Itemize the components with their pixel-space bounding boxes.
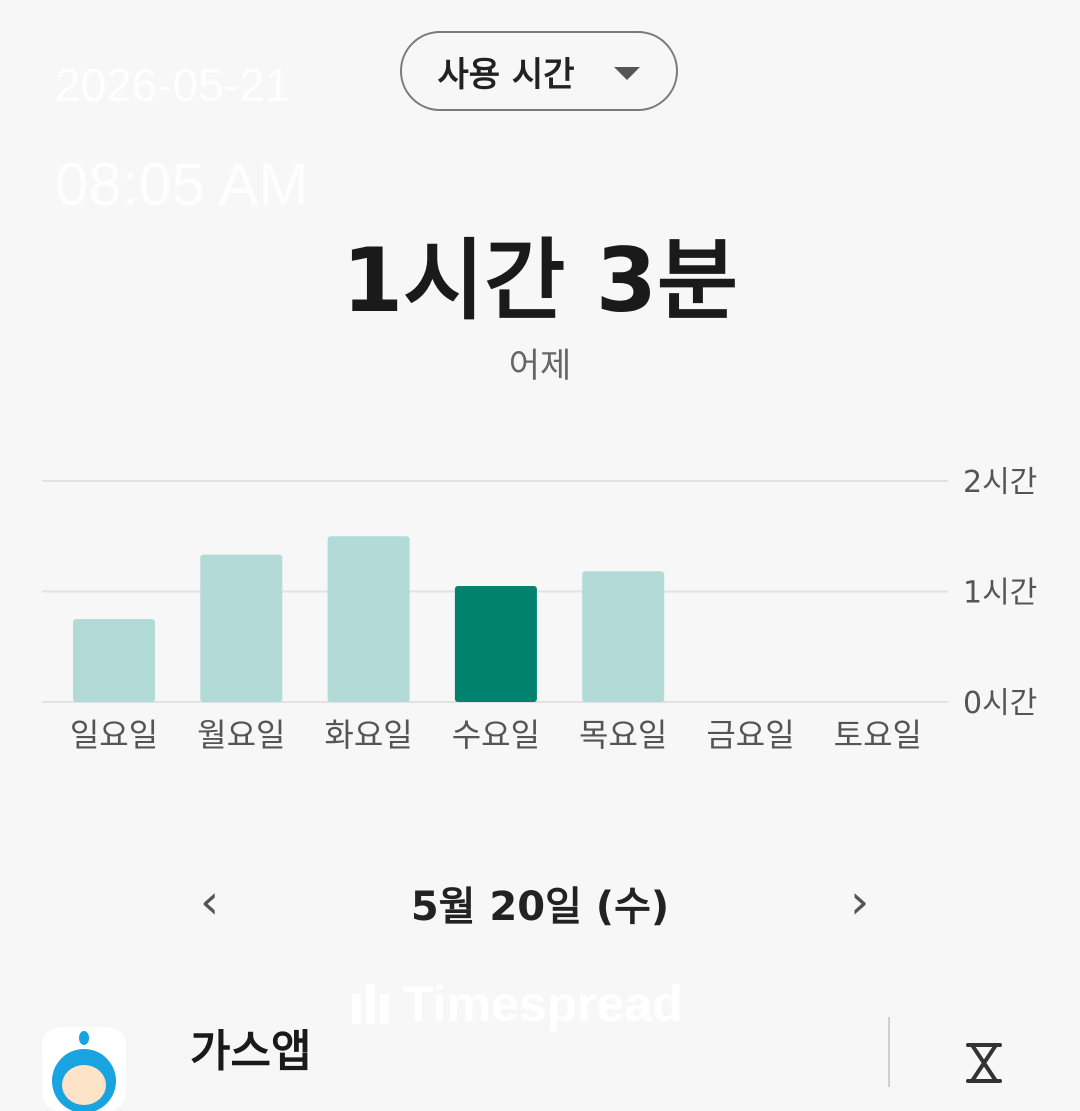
selected-day-label: 5월 20일 (수): [410, 884, 670, 930]
x-tick-label: 수요일: [452, 716, 540, 754]
x-tick-label: 월요일: [197, 716, 285, 754]
dropdown-label: 사용 시간: [437, 54, 575, 95]
x-tick-label: 토요일: [834, 716, 922, 754]
app-name: 가스앱: [190, 1026, 312, 1077]
divider: [888, 1017, 890, 1087]
total-usage-time: 1시간 3분: [342, 229, 738, 332]
bar[interactable]: [327, 536, 410, 702]
usage-metric-dropdown[interactable]: 사용 시간: [400, 31, 678, 111]
y-tick-label: 2시간: [963, 465, 1037, 500]
x-tick-label: 화요일: [324, 716, 412, 754]
gas-app-icon: [42, 1027, 126, 1111]
y-tick-label: 1시간: [963, 576, 1037, 611]
bar[interactable]: [73, 619, 155, 702]
app-list-item[interactable]: 가스앱: [0, 1005, 1080, 1111]
hourglass-icon[interactable]: [962, 1041, 1006, 1085]
weekly-usage-chart: 0시간 1시간 2시간일요일 월요일 화요일 수요일 목요일 금요일 토요일: [42, 465, 1037, 754]
chevron-right-icon[interactable]: ›: [850, 874, 869, 930]
period-subtitle: 어제: [508, 346, 572, 386]
bar[interactable]: [200, 554, 283, 702]
x-tick-label: 금요일: [706, 716, 794, 754]
y-tick-label: 0시간: [963, 686, 1037, 721]
bar[interactable]: [582, 571, 665, 702]
day-navigator: ‹ 5월 20일 (수) ›: [0, 862, 1080, 942]
overlay-time: 08:05 AM: [55, 151, 309, 218]
x-tick-label: 목요일: [579, 716, 667, 754]
overlay-date: 2026-05-21: [55, 59, 291, 111]
x-tick-label: 일요일: [70, 716, 158, 754]
bar[interactable]: [454, 585, 537, 702]
caret-down-icon: [614, 66, 641, 80]
